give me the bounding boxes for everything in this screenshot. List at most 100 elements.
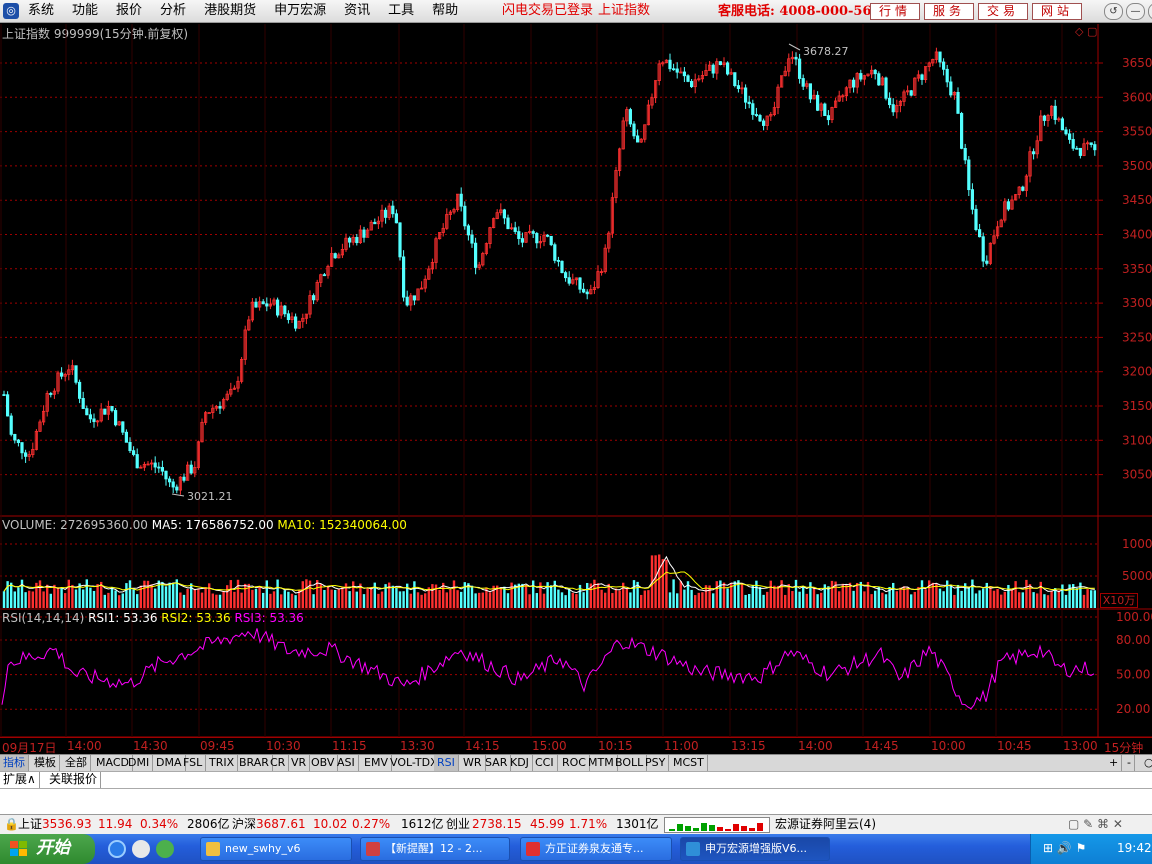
volume-bar xyxy=(1014,581,1017,608)
breadth-bar xyxy=(717,827,723,831)
start-button[interactable]: 开始 xyxy=(0,834,95,864)
volume-bar xyxy=(2,591,6,608)
taskbar-item-0[interactable]: new_swhy_v6 xyxy=(200,837,352,861)
candle-body xyxy=(286,313,291,321)
volume-bar xyxy=(190,583,193,608)
volume-bar xyxy=(845,584,848,608)
candle-body xyxy=(736,85,741,89)
server-name[interactable]: 宏源证券阿里云(4) xyxy=(775,815,876,834)
volume-bar xyxy=(967,586,970,608)
volume-bar xyxy=(107,592,110,608)
taskbar-item-1[interactable]: 【新提醒】12 - 2... xyxy=(360,837,510,861)
cy-value[interactable]: 2738.15 xyxy=(472,815,522,834)
cy-amount: 1301亿 xyxy=(616,817,659,831)
volume-bar xyxy=(89,587,92,608)
taskbar-item-label: 【新提醒】12 - 2... xyxy=(385,842,483,855)
candle-body xyxy=(546,234,550,237)
kline-chart[interactable]: 3650 3600 3550 3500 3450 3400 3350 3300 3250 3200… xyxy=(0,0,1152,737)
volume-bar xyxy=(1050,590,1053,608)
tab-cci[interactable]: CCI xyxy=(532,755,558,771)
tab-kdj[interactable]: KDJ xyxy=(507,755,533,771)
tab-指标[interactable]: 指标 xyxy=(0,755,29,771)
tab-dmi[interactable]: DMI xyxy=(125,755,154,771)
price-axis-label: 3450 xyxy=(1122,193,1152,207)
breadth-bar xyxy=(733,824,739,831)
rsi2-value: RSI2: 53.36 xyxy=(161,611,231,625)
time-axis-label: 13:00 xyxy=(1063,739,1098,753)
market-breadth-bars xyxy=(664,817,770,833)
tab-asi[interactable]: ASI xyxy=(334,755,359,771)
hs-label: 沪深 xyxy=(232,817,257,831)
volume-bar xyxy=(10,582,13,608)
media-icon[interactable] xyxy=(156,840,174,858)
volume-bar xyxy=(182,594,186,608)
volume-bar xyxy=(1018,592,1021,608)
candle-body xyxy=(632,123,636,137)
tab-mcst[interactable]: MCST xyxy=(670,755,708,771)
candle-body xyxy=(171,481,175,488)
tab-全部[interactable]: 全部 xyxy=(62,755,91,771)
volume-bar xyxy=(200,592,204,608)
tab-rsi[interactable]: RSI xyxy=(434,755,459,771)
tab-模板[interactable]: 模板 xyxy=(31,755,60,771)
volume-bar xyxy=(154,588,157,608)
ie-icon[interactable] xyxy=(108,840,126,858)
volume-bar xyxy=(805,593,808,608)
windows-taskbar: 开始 new_swhy_v6 【新提醒】12 - 2... 方正证券泉友通专... 申… xyxy=(0,834,1152,864)
candle-body xyxy=(585,291,589,295)
volume-bar xyxy=(323,589,326,608)
volume-bar xyxy=(478,592,481,608)
candle-body xyxy=(960,113,964,149)
volume-bar xyxy=(193,588,196,608)
zoom-button-2[interactable]: ○ xyxy=(1141,755,1152,771)
status-tools-icon[interactable]: ▢ ✎ ⌘ ✕ xyxy=(1068,815,1123,834)
volume-bar xyxy=(460,591,463,608)
candle-body xyxy=(128,441,132,452)
volume-bar xyxy=(330,589,333,608)
desktop-icon[interactable] xyxy=(132,840,150,858)
candle-body xyxy=(668,59,672,70)
sh-value[interactable]: 3536.93 xyxy=(42,815,92,834)
volume-bar xyxy=(715,581,718,608)
hs-value[interactable]: 3687.61 xyxy=(256,815,306,834)
tab-cr[interactable]: CR xyxy=(267,755,290,771)
tab-trix[interactable]: TRIX xyxy=(206,755,239,771)
tab-fsl[interactable]: FSL xyxy=(180,755,207,771)
volume-bar xyxy=(982,588,985,608)
lock-icon[interactable]: 🔒 xyxy=(4,815,19,834)
volume-bar xyxy=(787,584,790,608)
volume-bar xyxy=(838,591,841,608)
ext-tab-1[interactable]: 关联报价 xyxy=(46,772,102,788)
tab-vr[interactable]: VR xyxy=(288,755,311,771)
candle-body xyxy=(401,256,406,298)
volume-bar xyxy=(341,586,344,608)
volume-bar xyxy=(262,592,265,608)
clock[interactable]: 19:42 xyxy=(1117,834,1152,863)
volume-bar xyxy=(395,588,398,608)
volume-bar xyxy=(388,582,391,608)
volume-bar xyxy=(863,591,866,608)
breadth-bar xyxy=(725,829,731,831)
tray-icons[interactable]: ⊞ 🔊 ⚑ xyxy=(1043,834,1086,863)
volume-bar xyxy=(665,559,668,608)
taskbar-item-3[interactable]: 申万宏源增强版V6... xyxy=(680,837,830,861)
zoom-button-0[interactable]: + xyxy=(1106,755,1123,771)
candle-body xyxy=(283,305,287,315)
volume-bar xyxy=(42,591,45,608)
low-price-label: 3021.21 xyxy=(187,490,233,503)
volume-bar xyxy=(1043,594,1046,608)
volume-bar xyxy=(240,592,243,608)
rsi-axis-label: 20.00 xyxy=(1116,702,1150,716)
time-axis-label: 10:00 xyxy=(931,739,966,753)
candle-body xyxy=(564,272,568,279)
candle-body xyxy=(808,83,813,100)
volume-bar xyxy=(229,580,232,608)
tab-psy[interactable]: PSY xyxy=(642,755,670,771)
zoom-button-1[interactable]: - xyxy=(1124,755,1135,771)
ext-tab-0[interactable]: 扩展∧ xyxy=(0,772,40,788)
volume-bar xyxy=(820,592,823,608)
candle-body xyxy=(470,234,474,244)
volume-bar xyxy=(150,584,153,608)
taskbar-app-icon xyxy=(206,842,220,856)
taskbar-item-2[interactable]: 方正证券泉友通专... xyxy=(520,837,672,861)
